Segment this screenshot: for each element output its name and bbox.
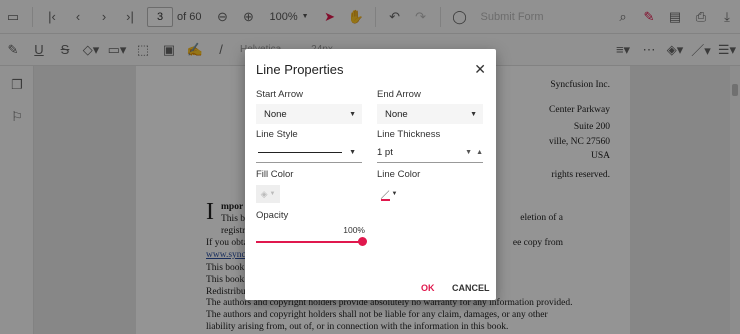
end-arrow-value: None — [385, 108, 408, 120]
decrement-icon[interactable]: ▼ — [465, 149, 472, 156]
line-style-label: Line Style — [256, 129, 298, 140]
fill-color-picker[interactable]: ◈ ▼ — [256, 185, 280, 203]
increment-icon[interactable]: ▲ — [476, 149, 483, 156]
line-properties-dialog: Line Properties ✕ Start Arrow None ▼ End… — [245, 49, 496, 300]
line-thickness-label: Line Thickness — [377, 129, 441, 140]
ok-button[interactable]: OK — [421, 283, 435, 293]
chevron-down-icon: ▼ — [269, 191, 276, 197]
line-color-picker[interactable]: ／ ▼ — [377, 185, 401, 203]
solid-line-sample — [258, 152, 342, 153]
start-arrow-value: None — [264, 108, 287, 120]
end-arrow-label: End Arrow — [377, 89, 421, 100]
dialog-title: Line Properties — [256, 62, 344, 77]
chevron-down-icon: ▼ — [349, 110, 356, 118]
line-color-label: Line Color — [377, 169, 421, 180]
line-style-dropdown[interactable]: ▼ — [256, 143, 362, 163]
opacity-slider-track[interactable] — [256, 241, 362, 243]
close-icon[interactable]: ✕ — [474, 61, 486, 78]
chevron-down-icon: ▼ — [349, 149, 356, 156]
cancel-button[interactable]: CANCEL — [452, 283, 490, 293]
opacity-value: 100% — [343, 225, 365, 235]
line-thickness-input[interactable]: 1 pt ▼ ▲ — [377, 143, 483, 163]
chevron-down-icon: ▼ — [391, 191, 398, 197]
start-arrow-dropdown[interactable]: None ▼ — [256, 104, 362, 124]
line-thickness-value: 1 pt — [377, 147, 393, 158]
line-color-swatch — [381, 199, 390, 201]
start-arrow-label: Start Arrow — [256, 89, 303, 100]
opacity-slider-handle[interactable] — [358, 237, 367, 246]
end-arrow-dropdown[interactable]: None ▼ — [377, 104, 483, 124]
fill-bucket-icon: ◈ — [260, 188, 268, 199]
fill-color-label: Fill Color — [256, 169, 294, 180]
chevron-down-icon: ▼ — [470, 110, 477, 118]
opacity-label: Opacity — [256, 210, 289, 221]
